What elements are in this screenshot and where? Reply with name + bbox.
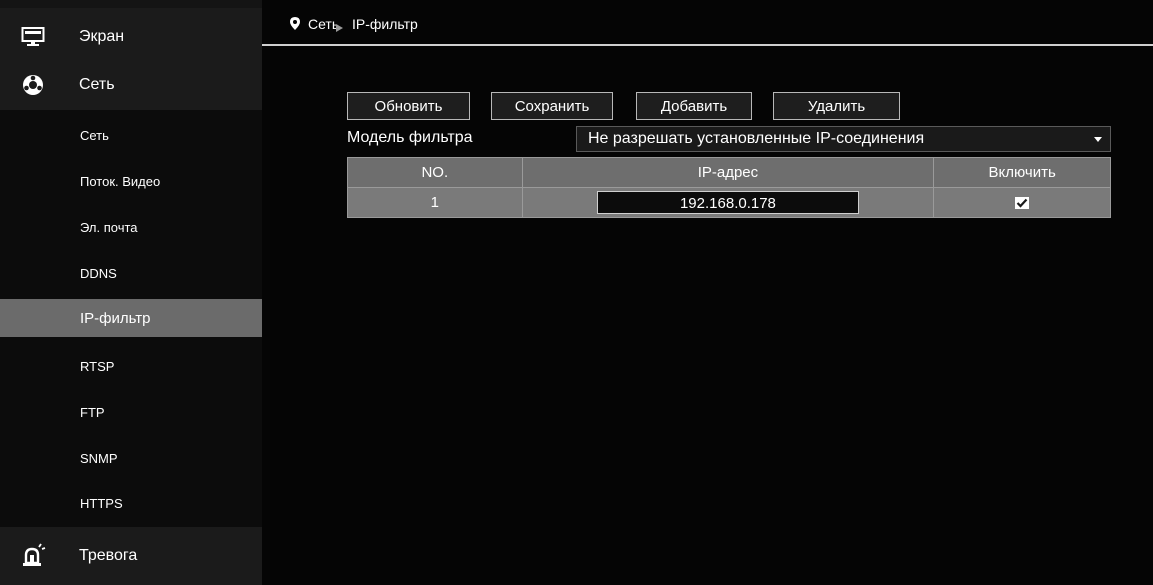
table-row: 1 192.168.0.178 [347,187,1111,218]
enable-checkbox[interactable] [1015,197,1030,210]
sidebar-subitem-https[interactable]: HTTPS [0,484,262,522]
ip-filter-table: NO. IP-адрес Включить 1 192.168.0.178 [347,157,1111,218]
breadcrumb-page: IP-фильтр [352,16,418,32]
sidebar-item-label: Сеть [79,76,115,93]
column-header-no: NO. [347,157,523,188]
filter-model-value: Не разрешать установленные IP-соединения [588,130,925,147]
sidebar-item-network[interactable]: Сеть [0,56,262,114]
sidebar-subitem-rtsp[interactable]: RTSP [0,347,262,385]
sidebar: Экран Сеть Сеть Поток. Видео Эл. почта D… [0,0,262,585]
sidebar-subitem-video-stream[interactable]: Поток. Видео [0,162,262,200]
breadcrumb-arrow-icon [336,19,343,37]
filter-model-label: Модель фильтра [347,129,473,146]
ip-address-cell: 192.168.0.178 [521,187,935,218]
row-number: 1 [347,187,523,218]
chevron-down-icon [1094,137,1102,142]
ip-address-field[interactable]: 192.168.0.178 [596,191,859,214]
refresh-button[interactable]: Обновить [347,92,470,120]
column-header-ip: IP-адрес [521,157,935,188]
monitor-icon [20,24,46,50]
location-pin-icon [290,17,300,35]
network-icon [20,72,46,98]
sidebar-subitem-ip-filter[interactable]: IP-фильтр [0,299,262,337]
add-button[interactable]: Добавить [636,92,752,120]
main-panel: Сеть IP-фильтр Обновить Сохранить Добави… [262,0,1153,585]
breadcrumb: Сеть IP-фильтр [262,0,1153,46]
app-window: Экран Сеть Сеть Поток. Видео Эл. почта D… [0,0,1153,585]
sidebar-item-label: Тревога [79,547,138,564]
sidebar-subitem-email[interactable]: Эл. почта [0,208,262,246]
save-button[interactable]: Сохранить [491,92,613,120]
network-submenu: Сеть Поток. Видео Эл. почта DDNS IP-филь… [0,110,262,532]
enable-cell [933,187,1111,218]
sidebar-item-label: Экран [79,28,125,45]
table-header-row: NO. IP-адрес Включить [347,157,1111,188]
alarm-bell-icon [20,543,46,569]
column-header-enable: Включить [933,157,1111,188]
delete-button[interactable]: Удалить [773,92,900,120]
sidebar-item-alarm[interactable]: Тревога [0,527,262,585]
filter-model-select[interactable]: Не разрешать установленные IP-соединения [576,126,1111,152]
sidebar-subitem-ddns[interactable]: DDNS [0,254,262,292]
sidebar-subitem-snmp[interactable]: SNMP [0,439,262,477]
sidebar-subitem-network[interactable]: Сеть [0,116,262,154]
sidebar-subitem-ftp[interactable]: FTP [0,393,262,431]
breadcrumb-section[interactable]: Сеть [308,16,339,32]
